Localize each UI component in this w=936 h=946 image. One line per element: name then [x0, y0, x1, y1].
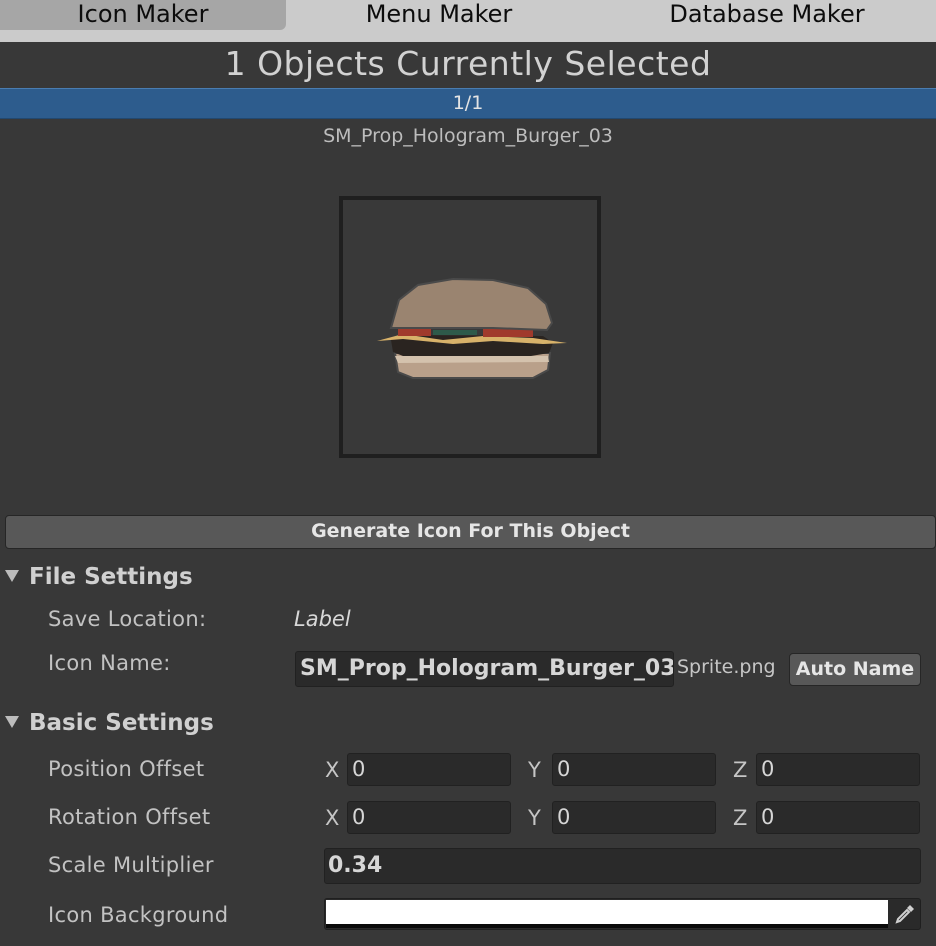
file-settings-title: File Settings	[29, 564, 193, 590]
rotation-z-label: Z	[733, 806, 748, 830]
position-y-label: Y	[528, 758, 541, 782]
icon-preview	[339, 196, 601, 458]
selection-header: 1 Objects Currently Selected	[224, 44, 712, 83]
basic-settings-foldout[interactable]: Basic Settings	[5, 710, 214, 736]
scale-multiplier-label: Scale Multiplier	[48, 853, 214, 877]
triangle-down-icon	[5, 715, 19, 728]
rotation-y-label: Y	[528, 806, 541, 830]
eyedropper-icon[interactable]	[892, 901, 918, 927]
icon-name-label: Icon Name:	[48, 651, 171, 675]
generate-icon-button[interactable]: Generate Icon For This Object	[5, 515, 936, 549]
icon-background-color-field[interactable]	[324, 898, 921, 930]
auto-name-button[interactable]: Auto Name	[789, 653, 921, 686]
file-settings-foldout[interactable]: File Settings	[5, 564, 193, 590]
rotation-y-input[interactable]: 0	[552, 801, 716, 834]
position-y-input[interactable]: 0	[552, 753, 716, 786]
icon-background-label: Icon Background	[48, 903, 229, 927]
save-location-value: Label	[294, 607, 351, 631]
progress-text: 1/1	[452, 92, 484, 114]
position-offset-label: Position Offset	[48, 757, 205, 781]
object-name-label: SM_Prop_Hologram_Burger_03	[323, 125, 613, 147]
position-z-label: Z	[733, 758, 748, 782]
basic-settings-title: Basic Settings	[29, 710, 214, 736]
tab-menu-maker[interactable]: Menu Maker	[290, 0, 588, 30]
position-x-input[interactable]: 0	[347, 753, 511, 786]
icon-name-suffix: Sprite.png	[677, 656, 776, 678]
scale-multiplier-input[interactable]: 0.34	[324, 848, 921, 884]
rotation-x-input[interactable]: 0	[347, 801, 511, 834]
selection-progress-bar: 1/1	[0, 88, 936, 119]
triangle-down-icon	[5, 569, 19, 582]
color-alpha-bar	[326, 924, 888, 928]
tab-database-maker[interactable]: Database Maker	[598, 0, 936, 30]
icon-name-input[interactable]: SM_Prop_Hologram_Burger_03	[295, 651, 674, 687]
burger-preview-image	[377, 277, 567, 379]
rotation-z-input[interactable]: 0	[756, 801, 920, 834]
color-swatch[interactable]	[326, 900, 888, 924]
save-location-label: Save Location:	[48, 607, 207, 631]
position-z-input[interactable]: 0	[756, 753, 920, 786]
rotation-x-label: X	[325, 806, 340, 830]
position-x-label: X	[325, 758, 340, 782]
tab-bar: Icon Maker Menu Maker Database Maker	[0, 0, 936, 42]
tab-icon-maker[interactable]: Icon Maker	[0, 0, 286, 30]
rotation-offset-label: Rotation Offset	[48, 805, 211, 829]
